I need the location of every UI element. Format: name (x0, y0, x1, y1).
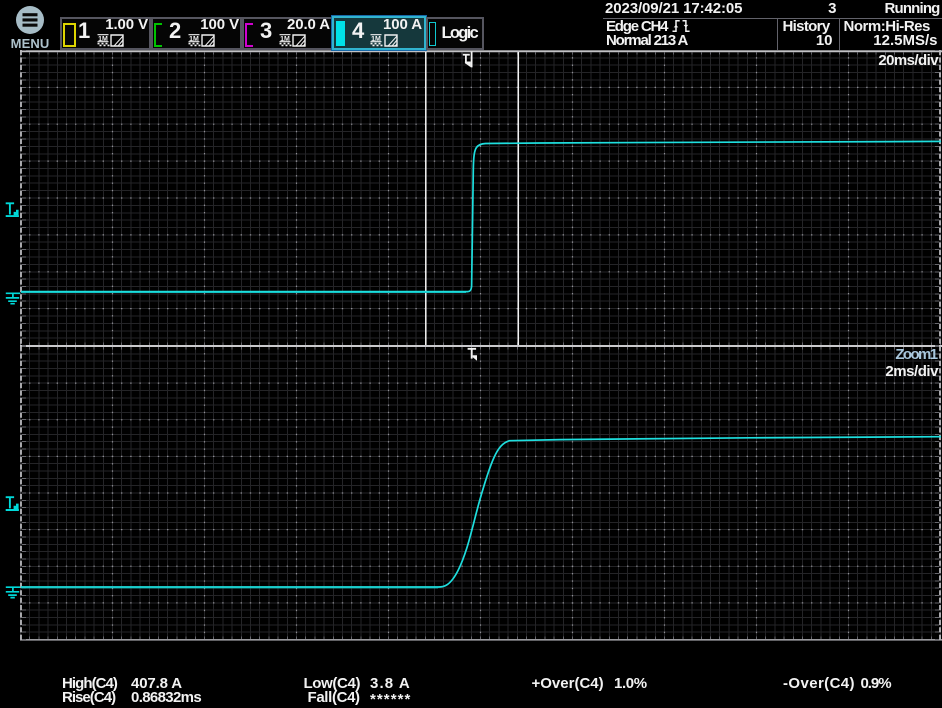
svg-text:1M: 1M (98, 36, 108, 43)
svg-text:1M: 1M (189, 36, 199, 43)
svg-text:1M: 1M (371, 36, 381, 43)
svg-text:1M: 1M (280, 36, 290, 43)
